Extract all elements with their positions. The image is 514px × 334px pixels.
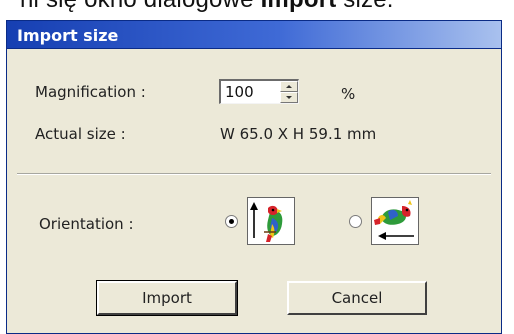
spin-down-button[interactable] — [280, 92, 298, 103]
orientation-horizontal-option[interactable] — [371, 197, 419, 245]
dialog-title: Import size — [17, 26, 119, 45]
title-bar[interactable]: Import size — [7, 21, 501, 49]
arrow-down-icon — [286, 96, 292, 99]
section-divider — [17, 173, 491, 175]
caption-suffix: size. — [336, 0, 393, 13]
magnification-spin-buttons — [280, 81, 298, 103]
magnification-spinbox[interactable] — [219, 79, 299, 104]
parrot-vertical-icon — [250, 202, 283, 242]
import-button[interactable]: Import — [96, 280, 238, 316]
actual-size-label: Actual size : — [35, 125, 126, 143]
orientation-vertical-option[interactable] — [247, 197, 295, 245]
radio-selected-dot — [229, 219, 234, 224]
magnification-unit: % — [341, 85, 356, 103]
cancel-button[interactable]: Cancel — [287, 281, 427, 315]
orientation-label: Orientation : — [39, 215, 134, 233]
import-size-dialog: Import size Magnification : % Actual siz… — [6, 20, 502, 334]
caption-prefix: ni się okno dialogowe — [20, 0, 261, 13]
caption-bold: Import — [261, 0, 337, 13]
page-caption: ni się okno dialogowe Import size. — [20, 0, 394, 14]
spin-up-button[interactable] — [280, 81, 298, 92]
magnification-input[interactable] — [221, 81, 279, 103]
orientation-horizontal-radio[interactable] — [349, 215, 362, 228]
magnification-label: Magnification : — [35, 83, 146, 101]
page-caption-clip: ni się okno dialogowe Import size. — [0, 0, 514, 22]
parrot-rotated-icon — [374, 200, 414, 240]
orientation-vertical-radio[interactable] — [225, 215, 238, 228]
arrow-up-icon — [286, 85, 292, 88]
actual-size-value: W 65.0 X H 59.1 mm — [220, 125, 377, 143]
